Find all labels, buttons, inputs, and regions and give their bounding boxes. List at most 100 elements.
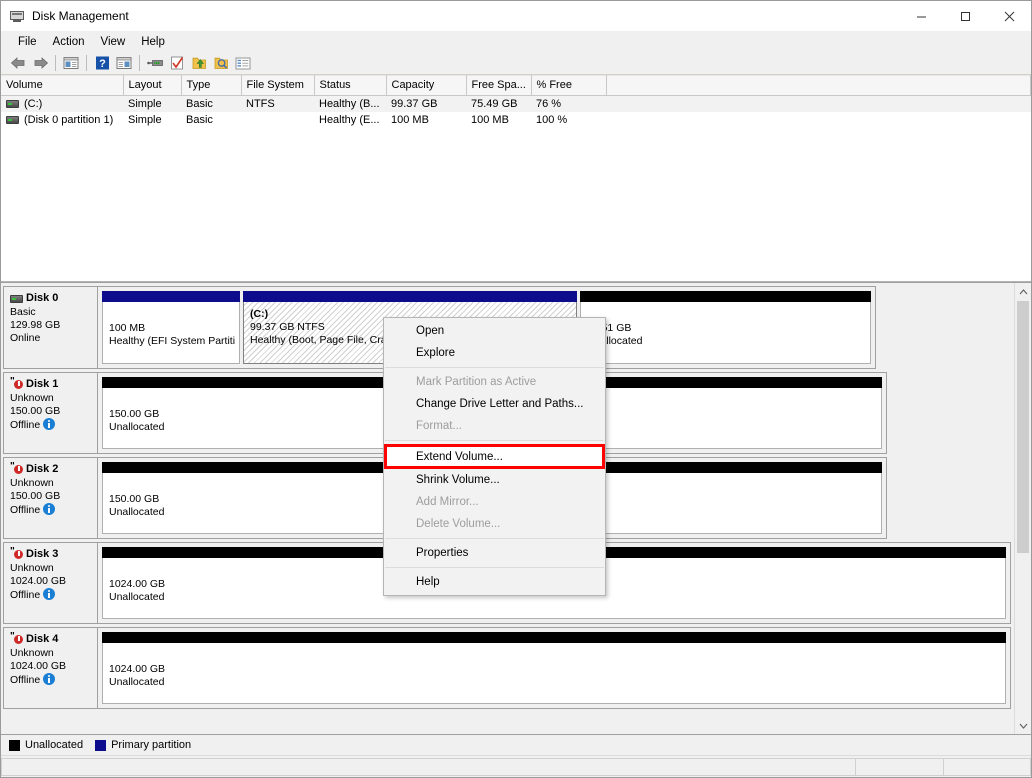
menu-file[interactable]: File: [10, 33, 45, 51]
column-header-percent-free[interactable]: % Free: [531, 75, 607, 96]
legend-primary-partition-label: Primary partition: [111, 739, 192, 751]
status-bar: [1, 755, 1031, 777]
disk-size: 129.98 GB: [10, 319, 61, 331]
menu-item-extend-volume[interactable]: Extend Volume...: [384, 444, 605, 469]
menu-separator: [385, 367, 604, 368]
cell-volume: (C:): [1, 95, 123, 112]
scroll-up-icon[interactable]: [1015, 283, 1031, 300]
disk-error-icon: ": [10, 462, 23, 475]
menu-view[interactable]: View: [93, 33, 134, 51]
cell-status: Healthy (E...: [319, 114, 380, 126]
partition-bar: [243, 291, 577, 302]
disk-name: Disk 4: [26, 633, 59, 645]
volume-drive-icon: [6, 116, 19, 124]
menu-item-format: Format...: [416, 420, 463, 432]
toolbar-separator: [55, 55, 56, 71]
disk-header-disk-1: " Disk 1 Unknown 150.00 GB Offline: [4, 373, 98, 453]
scroll-down-icon[interactable]: [1015, 717, 1031, 734]
cell-type: Basic: [186, 114, 213, 126]
disk-state: Offline: [10, 503, 97, 517]
column-header-spacer[interactable]: [606, 75, 1031, 96]
cell-spacer: [606, 112, 1031, 128]
disk-state: Online: [10, 332, 41, 344]
create-vhd-icon[interactable]: [188, 53, 210, 73]
disk-icon: [10, 294, 23, 303]
partition-size: 100 MB: [109, 322, 146, 334]
close-icon[interactable]: [987, 1, 1031, 31]
cell-free-space: 100 MB: [471, 114, 509, 126]
disk-size: 150.00 GB: [10, 490, 61, 502]
window-title: Disk Management: [32, 9, 129, 23]
column-header-status[interactable]: Status: [314, 75, 387, 96]
info-icon[interactable]: [43, 503, 56, 515]
cell-spacer: [606, 95, 1031, 112]
disk-size: 1024.00 GB: [10, 660, 67, 672]
cell-capacity: 100 MB: [391, 114, 429, 126]
column-header-type[interactable]: Type: [181, 75, 242, 96]
disk-state: Offline: [10, 588, 97, 602]
column-header-volume[interactable]: Volume: [1, 75, 124, 96]
menu-item-help[interactable]: Help: [384, 571, 605, 593]
disk-type: Unknown: [10, 392, 54, 404]
cell-layout: Simple: [128, 114, 162, 126]
menu-item-open[interactable]: Open: [384, 320, 605, 342]
column-header-free-space[interactable]: Free Spa...: [466, 75, 532, 96]
menu-separator: [385, 440, 604, 441]
forward-icon[interactable]: [29, 53, 51, 73]
refresh-icon[interactable]: [166, 53, 188, 73]
show-hide-action-pane-icon[interactable]: [113, 53, 135, 73]
cell-status: Healthy (B...: [314, 95, 386, 112]
column-header-file-system[interactable]: File System: [241, 75, 315, 96]
cell-percent-free: 76 %: [531, 95, 606, 112]
window-controls: [899, 1, 1031, 31]
vertical-scrollbar[interactable]: [1014, 283, 1031, 734]
menu-item-shrink-volume[interactable]: Shrink Volume...: [384, 469, 605, 491]
column-header-layout[interactable]: Layout: [123, 75, 182, 96]
maximize-icon[interactable]: [943, 1, 987, 31]
menu-item-properties[interactable]: Properties: [384, 542, 605, 564]
info-icon[interactable]: [43, 588, 56, 600]
status-bar-main-section: [1, 757, 855, 776]
menu-item-add-mirror: Add Mirror...: [416, 496, 479, 508]
table-row[interactable]: (Disk 0 partition 1) Simple Basic Health…: [1, 112, 1031, 128]
disk-size: 1024.00 GB: [10, 575, 67, 587]
toolbar-separator: [139, 55, 140, 71]
partition-status: Healthy (EFI System Partiti: [109, 335, 236, 347]
disk-panel-disk-4[interactable]: " Disk 4 Unknown 1024.00 GB Offline 1024…: [3, 627, 1011, 709]
menu-help[interactable]: Help: [133, 33, 173, 51]
column-header-capacity[interactable]: Capacity: [386, 75, 467, 96]
partition-unallocated[interactable]: 1024.00 GB Unallocated: [102, 632, 1006, 704]
menu-action[interactable]: Action: [45, 33, 93, 51]
cell-file-system: NTFS: [241, 95, 314, 112]
show-hide-console-tree-icon[interactable]: [60, 53, 82, 73]
disk-name: Disk 2: [26, 463, 59, 475]
disk-size: 150.00 GB: [10, 405, 61, 417]
volume-list-pane: Volume Layout Type File System Status Ca…: [1, 75, 1031, 282]
partition-efi[interactable]: 100 MB Healthy (EFI System Partiti: [102, 291, 240, 364]
volume-table-header-row: Volume Layout Type File System Status Ca…: [1, 75, 1031, 96]
disk-name: Disk 1: [26, 378, 59, 390]
disk-state: Offline: [10, 418, 97, 432]
cell-file-system: [241, 112, 314, 128]
disk-name: Disk 3: [26, 548, 59, 560]
partition-unallocated[interactable]: 30.51 GB Unallocated: [580, 291, 871, 364]
info-icon[interactable]: [43, 418, 56, 430]
attach-vhd-icon[interactable]: [210, 53, 232, 73]
properties-icon[interactable]: [232, 53, 254, 73]
menu-item-change-drive-letter-and-paths[interactable]: Change Drive Letter and Paths...: [384, 393, 605, 415]
table-row[interactable]: (C:) Simple Basic NTFS Healthy (B... 99.…: [1, 95, 1031, 112]
legend-unallocated: Unallocated: [9, 739, 83, 751]
cell-capacity: 99.37 GB: [386, 95, 466, 112]
disk-type: Basic: [10, 306, 36, 318]
scrollbar-thumb[interactable]: [1017, 301, 1029, 553]
minimize-icon[interactable]: [899, 1, 943, 31]
menu-item-explore[interactable]: Explore: [384, 342, 605, 364]
menu-item-mark-partition-as-active: Mark Partition as Active: [416, 376, 537, 388]
help-icon[interactable]: ?: [91, 53, 113, 73]
menu-bar: File Action View Help: [1, 31, 1031, 52]
back-icon[interactable]: [7, 53, 29, 73]
disk-header-disk-4: " Disk 4 Unknown 1024.00 GB Offline: [4, 628, 98, 708]
rescan-disks-icon[interactable]: [144, 53, 166, 73]
info-icon[interactable]: [43, 673, 56, 685]
volume-drive-icon: [6, 100, 19, 108]
